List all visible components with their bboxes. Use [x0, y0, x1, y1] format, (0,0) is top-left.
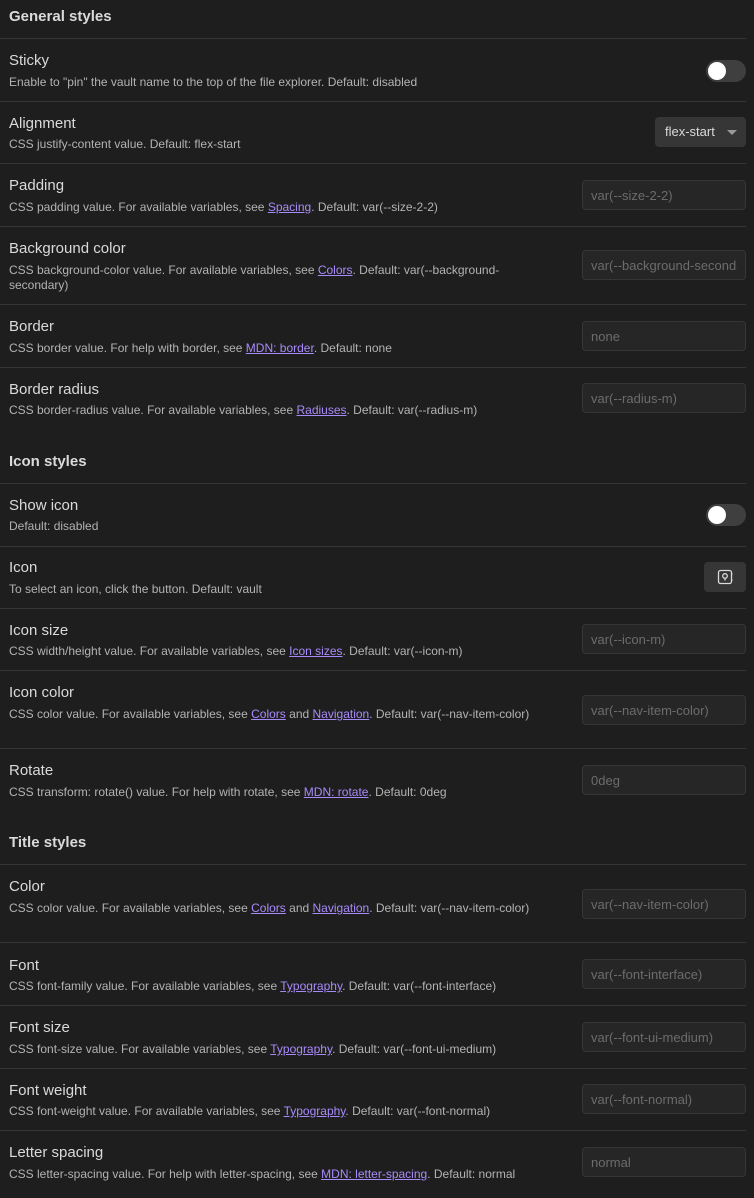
divider [0, 1130, 746, 1131]
setting-name: Background color [9, 240, 126, 257]
typography-link[interactable]: Typography [280, 979, 342, 993]
setting-description: Default: disabled [9, 519, 99, 533]
icon-picker-button[interactable] [704, 562, 746, 592]
divider [0, 608, 746, 609]
toggle-knob [708, 506, 726, 524]
setting-description: CSS transform: rotate() value. For help … [9, 785, 447, 799]
divider [0, 1068, 746, 1069]
setting-description: CSS font-family value. For available var… [9, 979, 497, 993]
rotate-input[interactable] [582, 765, 746, 795]
sticky-toggle[interactable] [706, 60, 746, 82]
divider [0, 864, 746, 865]
divider [0, 670, 746, 671]
colors-link[interactable]: Colors [251, 901, 286, 915]
setting-name: Border radius [9, 381, 100, 398]
dropdown-value: flex-start [665, 124, 715, 139]
section-heading-icon: Icon styles [9, 453, 87, 470]
alignment-dropdown[interactable]: flex-start [655, 117, 746, 147]
setting-name: Font [9, 957, 40, 974]
divider [0, 942, 746, 943]
icon-color-input[interactable] [582, 695, 746, 725]
divider [0, 38, 746, 39]
setting-name: Border [9, 318, 55, 335]
colors-link[interactable]: Colors [251, 707, 286, 721]
navigation-link[interactable]: Navigation [313, 707, 370, 721]
divider [0, 101, 746, 102]
vault-icon [717, 569, 733, 585]
setting-description: CSS font-weight value. For available var… [9, 1104, 491, 1118]
divider [0, 546, 746, 547]
typography-link[interactable]: Typography [284, 1104, 346, 1118]
border-input[interactable] [582, 321, 746, 351]
font-weight-input[interactable] [582, 1084, 746, 1114]
spacing-link[interactable]: Spacing [268, 200, 311, 214]
setting-name: Font weight [9, 1082, 87, 1099]
setting-description: CSS width/height value. For available va… [9, 644, 463, 658]
setting-name: Icon color [9, 684, 75, 701]
setting-description: Enable to "pin" the vault name to the to… [9, 75, 418, 89]
setting-description: CSS justify-content value. Default: flex… [9, 137, 241, 151]
radiuses-link[interactable]: Radiuses [296, 403, 346, 417]
setting-description: CSS color value. For available variables… [9, 707, 530, 721]
divider [0, 748, 746, 749]
setting-description: CSS letter-spacing value. For help with … [9, 1167, 516, 1181]
chevron-down-icon [727, 130, 737, 135]
toggle-knob [708, 62, 726, 80]
mdn-rotate-link[interactable]: MDN: rotate [304, 785, 369, 799]
setting-description: CSS border value. For help with border, … [9, 341, 392, 355]
padding-input[interactable] [582, 180, 746, 210]
icon-size-input[interactable] [582, 624, 746, 654]
section-heading-title: Title styles [9, 834, 87, 851]
title-color-input[interactable] [582, 889, 746, 919]
navigation-link[interactable]: Navigation [313, 901, 370, 915]
setting-name: Letter spacing [9, 1144, 104, 1161]
setting-description: CSS color value. For available variables… [9, 901, 530, 915]
typography-link[interactable]: Typography [270, 1042, 332, 1056]
mdn-border-link[interactable]: MDN: border [246, 341, 314, 355]
letter-spacing-input[interactable] [582, 1147, 746, 1177]
setting-name: Icon size [9, 622, 69, 639]
show-icon-toggle[interactable] [706, 504, 746, 526]
setting-name: Rotate [9, 762, 54, 779]
mdn-letter-spacing-link[interactable]: MDN: letter-spacing [321, 1167, 427, 1181]
divider [0, 367, 746, 368]
setting-name: Sticky [9, 52, 50, 69]
colors-link[interactable]: Colors [318, 263, 353, 277]
setting-description: CSS border-radius value. For available v… [9, 403, 478, 417]
setting-description: CSS background-color value. For availabl… [9, 263, 500, 292]
font-size-input[interactable] [582, 1022, 746, 1052]
divider [0, 1005, 746, 1006]
divider [0, 226, 746, 227]
section-heading-general: General styles [9, 8, 112, 25]
icon-sizes-link[interactable]: Icon sizes [289, 644, 342, 658]
setting-name: Color [9, 878, 45, 895]
font-input[interactable] [582, 959, 746, 989]
divider [0, 163, 746, 164]
divider [0, 304, 746, 305]
border-radius-input[interactable] [582, 383, 746, 413]
background-color-input[interactable] [582, 250, 746, 280]
setting-name: Padding [9, 177, 65, 194]
setting-description: CSS padding value. For available variabl… [9, 200, 438, 214]
setting-description: CSS font-size value. For available varia… [9, 1042, 497, 1056]
setting-name: Show icon [9, 497, 79, 514]
setting-description: To select an icon, click the button. Def… [9, 582, 262, 596]
setting-name: Font size [9, 1019, 70, 1036]
setting-name: Icon [9, 559, 38, 576]
divider [0, 483, 746, 484]
setting-name: Alignment [9, 115, 76, 132]
